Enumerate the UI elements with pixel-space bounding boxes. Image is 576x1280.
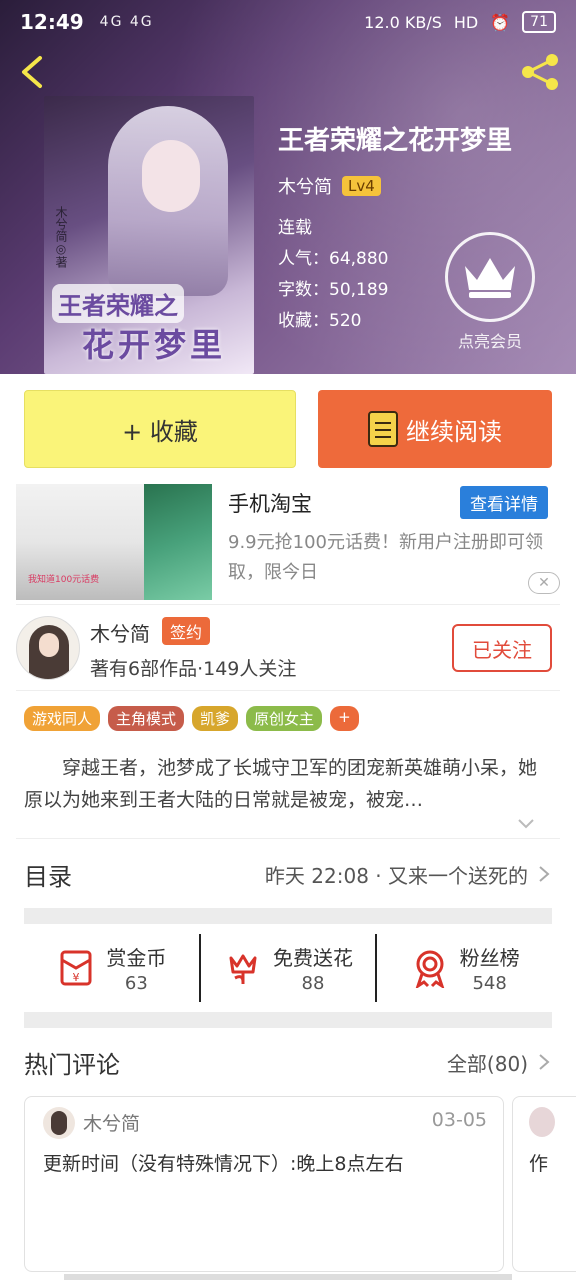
share-icon[interactable] <box>518 52 562 92</box>
book-title: 王者荣耀之花开梦里 <box>278 126 513 156</box>
hot-comments-title: 热门评论 <box>24 1050 120 1079</box>
comment-content: 更新时间（没有特殊情况下）:晚上8点左右 <box>43 1153 404 1175</box>
continue-reading-button[interactable]: 继续阅读 <box>318 390 552 468</box>
cover-face <box>142 140 200 212</box>
cover-title-bottom: 花开梦里 <box>82 326 227 364</box>
comment-user[interactable]: 木兮简 <box>83 1109 140 1136</box>
all-comments-link[interactable]: 全部(80) <box>447 1048 528 1077</box>
book-cover[interactable]: 木兮简◎著 王者荣耀之 花开梦里 <box>44 96 254 374</box>
latest-chapter: 昨天 22:08 · 又来一个送死的 <box>264 863 528 888</box>
hot-comments-header: 热门评论 全部(80) <box>24 1042 552 1082</box>
ad-detail-button[interactable]: 查看详情 <box>460 486 548 519</box>
synopsis[interactable]: 穿越王者，池梦成了长城守卫军的团宠新英雄萌小呆，她原以为她来到王者大陆的日常就是… <box>24 752 552 816</box>
cover-author: 木兮简◎著 <box>54 206 68 268</box>
chevron-right-icon[interactable] <box>536 1052 552 1072</box>
network-speed: 12.0 KB/S <box>364 12 442 32</box>
tag-chip[interactable]: 游戏同人 <box>24 706 101 731</box>
signed-badge: 签约 <box>162 617 211 645</box>
back-arrow-icon[interactable] <box>16 54 52 90</box>
tag-chip[interactable]: 原创女主 <box>246 706 323 731</box>
author-avatar[interactable] <box>16 616 80 680</box>
section-separator <box>24 1012 552 1028</box>
ad-title: 手机淘宝 <box>228 492 312 516</box>
section-separator <box>24 908 552 924</box>
reward-coins[interactable]: ¥ 赏金币 63 <box>24 934 199 1002</box>
reward-flowers[interactable]: 免费送花 88 <box>198 934 376 1002</box>
author-level-badge: Lv4 <box>342 176 381 196</box>
tag-chip[interactable]: 凯爹 <box>192 706 239 731</box>
ad-image-caption: 我知道100元话费 <box>28 575 100 585</box>
toc-label: 目录 <box>24 862 72 891</box>
red-envelope-icon: ¥ <box>60 950 92 986</box>
reward-fans-count: 548 <box>472 973 507 994</box>
comment-content: 作 <box>529 1153 549 1175</box>
tag-list: 游戏同人 主角模式 凯爹 原创女主 + <box>24 706 359 731</box>
divider <box>16 604 560 605</box>
reward-bar: ¥ 赏金币 63 免费送花 88 粉丝榜 548 <box>24 934 552 1002</box>
reward-flowers-count: 88 <box>301 973 325 994</box>
battery-indicator: 71 <box>522 11 556 33</box>
table-of-contents-row[interactable]: 目录 昨天 22:08 · 又来一个送死的 <box>24 852 552 896</box>
continue-reading-label: 继续阅读 <box>406 417 502 446</box>
ad-close-icon[interactable]: ✕ <box>528 572 560 594</box>
cover-title-top: 王者荣耀之 <box>52 284 184 323</box>
svg-text:¥: ¥ <box>73 971 80 984</box>
vip-button[interactable]: 点亮会员 <box>438 232 542 352</box>
book-author[interactable]: 木兮简 <box>278 173 332 199</box>
signal-indicator: 4G 4G <box>99 14 154 30</box>
comment-avatar[interactable] <box>43 1107 75 1139</box>
reward-coins-label: 赏金币 <box>106 946 167 970</box>
add-tag-button[interactable]: + <box>330 706 359 731</box>
chevron-down-icon[interactable] <box>516 814 536 834</box>
vip-label: 点亮会员 <box>457 332 522 351</box>
author-stats: 著有6部作品·149人关注 <box>90 658 297 680</box>
comment-avatar[interactable] <box>529 1107 555 1137</box>
book-icon <box>368 411 398 447</box>
book-header: 12:49 4G 4G 12.0 KB/S HD ⏰ 71 木兮简◎著 王者荣耀… <box>0 0 576 374</box>
ad-description: 9.9元抢100元话费！新用户注册即可领取，限今日 <box>228 532 543 583</box>
reward-fans[interactable]: 粉丝榜 548 <box>375 934 552 1002</box>
chevron-right-icon <box>539 866 550 882</box>
scroll-indicator <box>64 1274 512 1280</box>
reward-coins-count: 63 <box>124 973 148 994</box>
reward-flowers-label: 免费送花 <box>273 946 353 970</box>
alarm-icon: ⏰ <box>490 12 511 32</box>
comment-card[interactable]: 作 <box>512 1096 576 1272</box>
divider <box>16 838 560 839</box>
medal-icon <box>415 950 444 988</box>
status-bar: 12:49 4G 4G 12.0 KB/S HD ⏰ 71 <box>0 0 576 44</box>
author-name[interactable]: 木兮简 <box>90 618 150 647</box>
comment-date: 03-05 <box>431 1109 487 1131</box>
reward-fans-label: 粉丝榜 <box>459 946 520 970</box>
divider <box>16 690 560 691</box>
ad-banner[interactable]: 我知道100元话费 手机淘宝 查看详情 9.9元抢100元话费！新用户注册即可领… <box>16 484 560 600</box>
add-to-favorites-button[interactable]: + 收藏 <box>24 390 296 468</box>
follow-button[interactable]: 已关注 <box>452 624 552 672</box>
flower-icon <box>229 954 257 984</box>
crown-icon <box>465 258 515 298</box>
tag-chip[interactable]: 主角模式 <box>108 706 185 731</box>
hd-indicator: HD <box>453 12 479 32</box>
status-time: 12:49 <box>20 10 84 34</box>
ad-image[interactable]: 我知道100元话费 <box>16 484 212 600</box>
comment-card[interactable]: 木兮简 03-05 更新时间（没有特殊情况下）:晚上8点左右 <box>24 1096 504 1272</box>
